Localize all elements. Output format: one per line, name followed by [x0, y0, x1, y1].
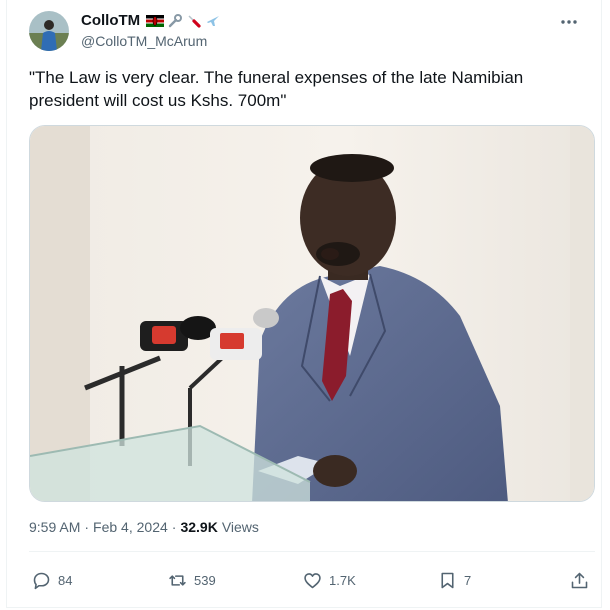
tweet-card: ColloTM @ColloTM_McArum "The Law is very… — [6, 0, 602, 608]
repost-button[interactable]: 539 — [167, 566, 216, 594]
heart-icon — [304, 572, 321, 588]
reply-count: 84 — [58, 572, 73, 588]
reply-icon — [33, 572, 50, 589]
bookmark-icon — [441, 572, 454, 588]
airplane-icon — [207, 15, 220, 26]
author-name-row[interactable]: ColloTM — [81, 12, 221, 29]
like-button[interactable]: 1.7K — [302, 566, 356, 594]
bookmark-count: 7 — [464, 572, 472, 588]
share-icon — [571, 572, 588, 588]
avatar[interactable] — [29, 11, 69, 51]
repost-count: 539 — [194, 572, 216, 588]
meta-separator: · — [84, 519, 90, 535]
divider — [29, 551, 595, 552]
like-count: 1.7K — [329, 572, 356, 588]
more-dots-icon — [561, 20, 577, 24]
wrench-icon — [168, 13, 183, 27]
kenya-flag-icon — [146, 14, 165, 27]
author-display-name[interactable]: ColloTM — [81, 12, 140, 29]
author-handle[interactable]: @ColloTM_McArum — [81, 33, 207, 49]
views-count: 32.9K — [180, 519, 218, 535]
author-badges — [146, 13, 221, 29]
bookmark-button[interactable]: 7 — [437, 566, 471, 594]
tweet-photo[interactable] — [29, 125, 595, 502]
more-options-button[interactable] — [557, 10, 581, 34]
meta-separator-2: · — [171, 519, 177, 535]
repost-icon — [169, 574, 186, 586]
share-button[interactable] — [569, 566, 590, 594]
views-label: Views — [221, 519, 259, 535]
reply-button[interactable]: 84 — [31, 566, 72, 594]
tweet-date[interactable]: Feb 4, 2024 — [93, 519, 168, 535]
tweet-time[interactable]: 9:59 AM — [29, 519, 80, 535]
tweet-text: "The Law is very clear. The funeral expe… — [29, 68, 524, 110]
screwdriver-icon — [188, 14, 201, 28]
action-bar: 84 539 1.7K 7 — [29, 566, 595, 594]
tweet-meta: 9:59 AM · Feb 4, 2024 · 32.9K Views — [29, 519, 259, 535]
